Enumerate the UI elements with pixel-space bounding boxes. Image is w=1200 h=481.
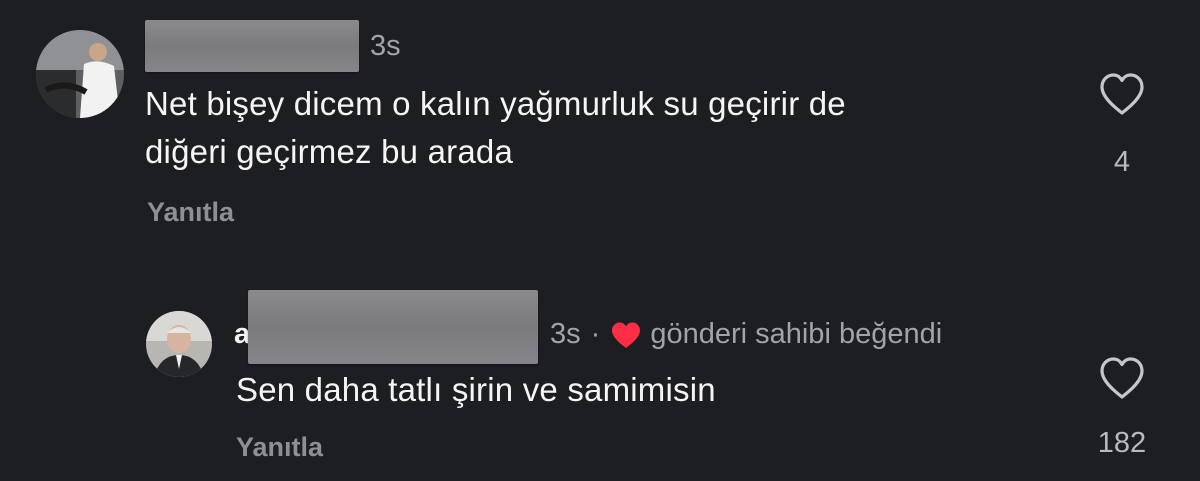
timestamp: 3s xyxy=(370,30,401,62)
avatar[interactable] xyxy=(146,311,212,377)
like-count: 4 xyxy=(1113,146,1131,178)
username-redacted[interactable] xyxy=(248,290,538,364)
comment-meta: 3s · gönderi sahibi beğendi xyxy=(550,318,942,351)
timestamp: 3s xyxy=(550,318,581,350)
comment-text: Sen daha tatlı şirin ve samimisin xyxy=(236,371,716,408)
comment-item: 3s Net bişey dicem o kalın yağmurluk su … xyxy=(0,0,1200,260)
heart-filled-icon xyxy=(612,322,641,348)
comment-text-line: Net bişey dicem o kalın yağmurluk su geç… xyxy=(145,85,846,122)
comment-text: Net bişey dicem o kalın yağmurluk su geç… xyxy=(145,80,846,176)
reply-button[interactable]: Yanıtla xyxy=(236,432,323,463)
user-avatar-photo-icon xyxy=(146,311,212,377)
meta-separator: · xyxy=(590,318,601,350)
heart-outline-icon[interactable] xyxy=(1098,356,1146,400)
username-redacted[interactable] xyxy=(145,20,359,72)
liked-by-author-label: gönderi sahibi beğendi xyxy=(650,318,943,350)
comment-text-line: diğeri geçirmez bu arada xyxy=(145,133,513,170)
reply-comment-item: a 3s · gönderi sahibi beğendi Sen daha t… xyxy=(0,280,1200,481)
like-count: 182 xyxy=(1097,427,1147,459)
avatar[interactable] xyxy=(36,30,124,118)
heart-outline-icon[interactable] xyxy=(1098,72,1146,116)
reply-button[interactable]: Yanıtla xyxy=(147,197,234,228)
user-avatar-photo-icon xyxy=(36,30,124,118)
comment-time: 3s xyxy=(370,30,401,63)
